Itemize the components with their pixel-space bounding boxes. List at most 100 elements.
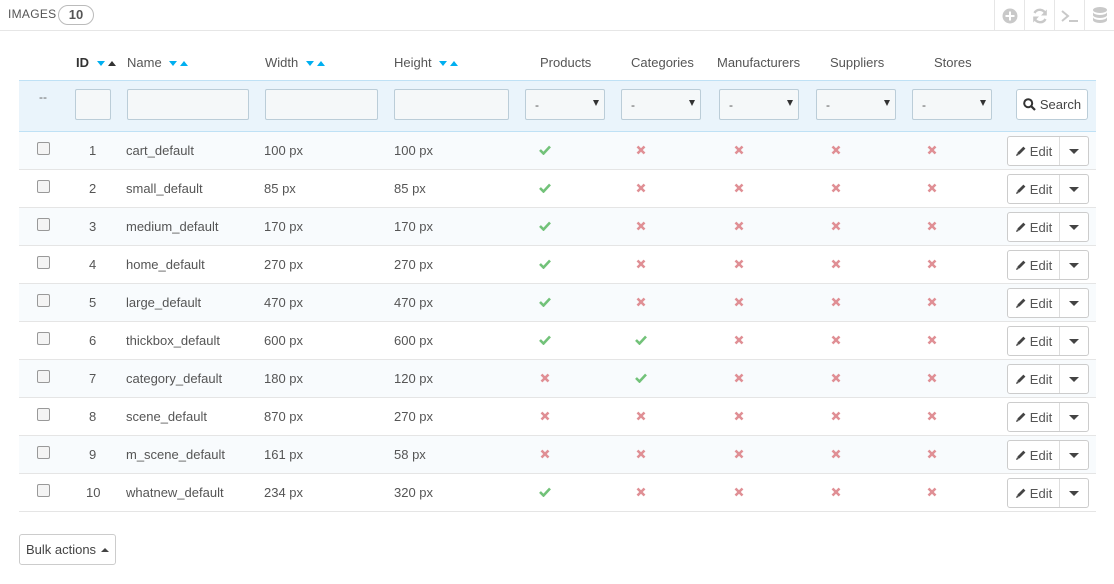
cross-icon[interactable] bbox=[831, 221, 841, 231]
sort-desc-icon[interactable] bbox=[439, 60, 448, 66]
cross-icon[interactable] bbox=[636, 259, 646, 269]
edit-button[interactable]: Edit bbox=[1008, 479, 1060, 507]
row-actions-dropdown[interactable] bbox=[1060, 289, 1088, 317]
cross-icon[interactable] bbox=[831, 487, 841, 497]
row-actions-dropdown[interactable] bbox=[1060, 327, 1088, 355]
cross-icon[interactable] bbox=[927, 487, 937, 497]
check-icon[interactable] bbox=[635, 335, 647, 345]
row-checkbox[interactable] bbox=[37, 180, 50, 193]
filter-categories-select[interactable]: - bbox=[621, 89, 701, 120]
cross-icon[interactable] bbox=[540, 373, 550, 383]
cross-icon[interactable] bbox=[636, 145, 646, 155]
add-new-button[interactable] bbox=[994, 0, 1024, 31]
cross-icon[interactable] bbox=[927, 373, 937, 383]
row-actions-dropdown[interactable] bbox=[1060, 175, 1088, 203]
cross-icon[interactable] bbox=[927, 183, 937, 193]
row-checkbox[interactable] bbox=[37, 294, 50, 307]
filter-manufacturers-select[interactable]: - bbox=[719, 89, 799, 120]
export-button[interactable] bbox=[1084, 0, 1114, 31]
cross-icon[interactable] bbox=[927, 221, 937, 231]
cross-icon[interactable] bbox=[734, 145, 744, 155]
row-actions-dropdown[interactable] bbox=[1060, 137, 1088, 165]
edit-button[interactable]: Edit bbox=[1008, 137, 1060, 165]
cross-icon[interactable] bbox=[831, 145, 841, 155]
filter-name-input[interactable] bbox=[127, 89, 249, 120]
cross-icon[interactable] bbox=[636, 297, 646, 307]
check-icon[interactable] bbox=[539, 297, 551, 307]
cross-icon[interactable] bbox=[734, 259, 744, 269]
cross-icon[interactable] bbox=[734, 449, 744, 459]
cross-icon[interactable] bbox=[831, 259, 841, 269]
cross-icon[interactable] bbox=[831, 373, 841, 383]
row-checkbox[interactable] bbox=[37, 408, 50, 421]
row-checkbox[interactable] bbox=[37, 218, 50, 231]
filter-stores-select[interactable]: - bbox=[912, 89, 992, 120]
edit-button[interactable]: Edit bbox=[1008, 213, 1060, 241]
edit-button[interactable]: Edit bbox=[1008, 441, 1060, 469]
row-actions-dropdown[interactable] bbox=[1060, 365, 1088, 393]
cross-icon[interactable] bbox=[734, 221, 744, 231]
check-icon[interactable] bbox=[539, 145, 551, 155]
edit-button[interactable]: Edit bbox=[1008, 365, 1060, 393]
sort-asc-icon[interactable] bbox=[180, 60, 189, 66]
check-icon[interactable] bbox=[539, 259, 551, 269]
edit-button[interactable]: Edit bbox=[1008, 251, 1060, 279]
sql-query-button[interactable] bbox=[1054, 0, 1084, 31]
cross-icon[interactable] bbox=[734, 297, 744, 307]
row-checkbox[interactable] bbox=[37, 484, 50, 497]
check-icon[interactable] bbox=[635, 373, 647, 383]
cross-icon[interactable] bbox=[540, 449, 550, 459]
bulk-actions-button[interactable]: Bulk actions bbox=[19, 534, 116, 565]
sort-asc-icon[interactable] bbox=[316, 60, 325, 66]
sort-asc-icon[interactable] bbox=[107, 60, 116, 66]
cross-icon[interactable] bbox=[636, 487, 646, 497]
filter-width-input[interactable] bbox=[265, 89, 378, 120]
cross-icon[interactable] bbox=[636, 183, 646, 193]
row-checkbox[interactable] bbox=[37, 332, 50, 345]
cross-icon[interactable] bbox=[831, 449, 841, 459]
edit-button[interactable]: Edit bbox=[1008, 403, 1060, 431]
cross-icon[interactable] bbox=[540, 411, 550, 421]
cross-icon[interactable] bbox=[927, 335, 937, 345]
row-actions-dropdown[interactable] bbox=[1060, 441, 1088, 469]
filter-products-select[interactable]: - bbox=[525, 89, 605, 120]
sort-desc-icon[interactable] bbox=[169, 60, 178, 66]
sort-desc-icon[interactable] bbox=[305, 60, 314, 66]
row-checkbox[interactable] bbox=[37, 446, 50, 459]
row-checkbox[interactable] bbox=[37, 256, 50, 269]
check-icon[interactable] bbox=[539, 335, 551, 345]
row-actions-dropdown[interactable] bbox=[1060, 479, 1088, 507]
row-actions-dropdown[interactable] bbox=[1060, 213, 1088, 241]
edit-button[interactable]: Edit bbox=[1008, 289, 1060, 317]
row-actions-dropdown[interactable] bbox=[1060, 251, 1088, 279]
filter-id-input[interactable] bbox=[75, 89, 111, 120]
cross-icon[interactable] bbox=[927, 145, 937, 155]
check-icon[interactable] bbox=[539, 183, 551, 193]
filter-suppliers-select[interactable]: - bbox=[816, 89, 896, 120]
cross-icon[interactable] bbox=[927, 297, 937, 307]
cross-icon[interactable] bbox=[831, 183, 841, 193]
sort-asc-icon[interactable] bbox=[450, 60, 459, 66]
filter-height-input[interactable] bbox=[394, 89, 509, 120]
check-icon[interactable] bbox=[539, 221, 551, 231]
cross-icon[interactable] bbox=[734, 183, 744, 193]
row-checkbox[interactable] bbox=[37, 370, 50, 383]
cross-icon[interactable] bbox=[636, 221, 646, 231]
sort-desc-icon[interactable] bbox=[96, 60, 105, 66]
edit-button[interactable]: Edit bbox=[1008, 175, 1060, 203]
cross-icon[interactable] bbox=[927, 411, 937, 421]
cross-icon[interactable] bbox=[831, 297, 841, 307]
row-actions-dropdown[interactable] bbox=[1060, 403, 1088, 431]
cross-icon[interactable] bbox=[734, 335, 744, 345]
check-icon[interactable] bbox=[539, 487, 551, 497]
edit-button[interactable]: Edit bbox=[1008, 327, 1060, 355]
cross-icon[interactable] bbox=[927, 449, 937, 459]
cross-icon[interactable] bbox=[734, 373, 744, 383]
refresh-button[interactable] bbox=[1024, 0, 1054, 31]
cross-icon[interactable] bbox=[636, 411, 646, 421]
cross-icon[interactable] bbox=[734, 411, 744, 421]
cross-icon[interactable] bbox=[831, 335, 841, 345]
cross-icon[interactable] bbox=[831, 411, 841, 421]
cross-icon[interactable] bbox=[636, 449, 646, 459]
row-checkbox[interactable] bbox=[37, 142, 50, 155]
